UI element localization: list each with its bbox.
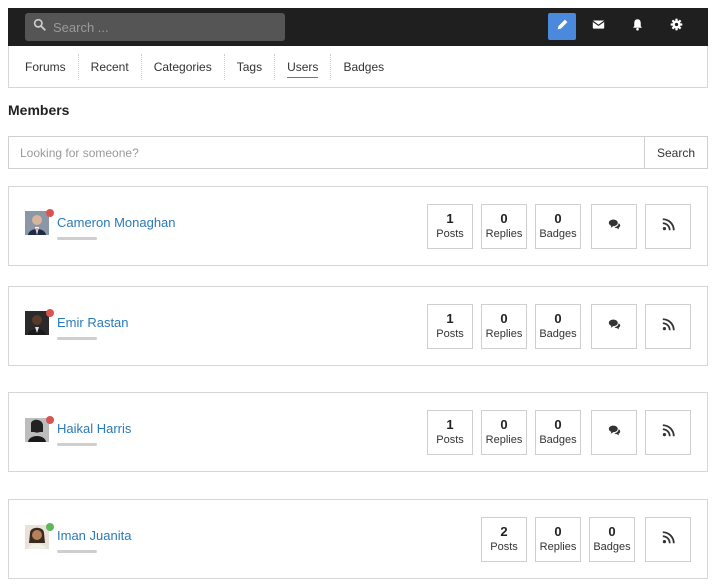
badges-count: 0 bbox=[554, 211, 562, 226]
badges-count: 0 bbox=[554, 417, 562, 432]
tab-categories[interactable]: Categories bbox=[142, 53, 225, 80]
status-dot bbox=[46, 416, 54, 424]
member-card: Cameron Monaghan 1 Posts 0 Replies 0 Bad… bbox=[8, 186, 708, 266]
rss-icon bbox=[662, 530, 675, 549]
pencil-icon bbox=[556, 18, 569, 36]
posts-count: 1 bbox=[446, 211, 454, 226]
badges-count: 0 bbox=[608, 524, 616, 539]
replies-stat[interactable]: 0 Replies bbox=[481, 410, 527, 455]
replies-count: 0 bbox=[554, 524, 562, 539]
envelope-icon bbox=[591, 18, 605, 36]
posts-label: Posts bbox=[436, 434, 464, 446]
member-search-input[interactable] bbox=[9, 137, 644, 168]
replies-label: Replies bbox=[485, 328, 523, 340]
settings-button[interactable] bbox=[662, 13, 690, 40]
reputation-bar bbox=[57, 443, 97, 446]
top-bar bbox=[8, 8, 708, 46]
message-user-button[interactable] bbox=[591, 204, 637, 249]
badges-label: Badges bbox=[539, 228, 577, 240]
tab-label: Badges bbox=[343, 59, 385, 74]
replies-label: Replies bbox=[539, 541, 577, 553]
member-card: Haikal Harris 1 Posts 0 Replies 0 Badges bbox=[8, 392, 708, 472]
status-dot bbox=[46, 209, 54, 217]
badges-stat[interactable]: 0 Badges bbox=[535, 304, 581, 349]
tab-badges[interactable]: Badges bbox=[331, 54, 396, 80]
message-user-button[interactable] bbox=[591, 304, 637, 349]
badges-stat[interactable]: 0 Badges bbox=[535, 410, 581, 455]
notifications-button[interactable] bbox=[623, 13, 651, 40]
global-search-box[interactable] bbox=[25, 13, 285, 41]
reputation-bar bbox=[57, 550, 97, 553]
posts-stat[interactable]: 1 Posts bbox=[427, 204, 473, 249]
replies-stat[interactable]: 0 Replies bbox=[481, 204, 527, 249]
posts-count: 1 bbox=[446, 311, 454, 326]
member-search-bar: Search bbox=[8, 136, 708, 169]
rss-feed-button[interactable] bbox=[645, 517, 691, 562]
posts-stat[interactable]: 1 Posts bbox=[427, 410, 473, 455]
badges-stat[interactable]: 0 Badges bbox=[535, 204, 581, 249]
tab-label: Tags bbox=[236, 59, 263, 74]
badges-count: 0 bbox=[554, 311, 562, 326]
posts-count: 2 bbox=[500, 524, 508, 539]
tab-label: Users bbox=[287, 59, 319, 78]
chat-icon bbox=[608, 318, 621, 336]
rss-feed-button[interactable] bbox=[645, 204, 691, 249]
member-name-link[interactable]: Emir Rastan bbox=[57, 315, 129, 330]
tab-recent[interactable]: Recent bbox=[79, 53, 142, 80]
posts-label: Posts bbox=[490, 541, 518, 553]
rss-feed-button[interactable] bbox=[645, 304, 691, 349]
gear-icon bbox=[670, 18, 683, 36]
message-user-button[interactable] bbox=[591, 410, 637, 455]
posts-stat[interactable]: 2 Posts bbox=[481, 517, 527, 562]
tab-label: Categories bbox=[153, 59, 212, 74]
replies-count: 0 bbox=[500, 211, 508, 226]
badges-label: Badges bbox=[593, 541, 631, 553]
replies-stat[interactable]: 0 Replies bbox=[535, 517, 581, 562]
badges-stat[interactable]: 0 Badges bbox=[589, 517, 635, 562]
member-search-button[interactable]: Search bbox=[644, 137, 707, 168]
status-dot bbox=[46, 523, 54, 531]
status-dot bbox=[46, 309, 54, 317]
badges-label: Badges bbox=[539, 434, 577, 446]
tab-forums[interactable]: Forums bbox=[13, 53, 79, 80]
member-card: Emir Rastan 1 Posts 0 Replies 0 Badges bbox=[8, 286, 708, 366]
replies-stat[interactable]: 0 Replies bbox=[481, 304, 527, 349]
tab-label: Recent bbox=[90, 59, 129, 74]
search-icon bbox=[33, 18, 46, 36]
rss-icon bbox=[662, 217, 675, 236]
forum-nav: Forums Recent Categories Tags Users Badg… bbox=[8, 46, 708, 88]
member-name-link[interactable]: Haikal Harris bbox=[57, 421, 131, 436]
member-card: Iman Juanita 2 Posts 0 Replies 0 Badges bbox=[8, 499, 708, 579]
replies-label: Replies bbox=[485, 228, 523, 240]
rss-icon bbox=[662, 423, 675, 442]
member-name-link[interactable]: Iman Juanita bbox=[57, 528, 131, 543]
reputation-bar bbox=[57, 237, 97, 240]
bell-icon bbox=[631, 18, 644, 36]
tab-tags[interactable]: Tags bbox=[225, 53, 276, 80]
tab-users[interactable]: Users bbox=[275, 53, 332, 80]
posts-count: 1 bbox=[446, 417, 454, 432]
posts-stat[interactable]: 1 Posts bbox=[427, 304, 473, 349]
rss-feed-button[interactable] bbox=[645, 410, 691, 455]
tab-label: Forums bbox=[25, 59, 66, 74]
rss-icon bbox=[662, 317, 675, 336]
messages-button[interactable] bbox=[584, 13, 612, 40]
posts-label: Posts bbox=[436, 328, 464, 340]
replies-label: Replies bbox=[485, 434, 523, 446]
reputation-bar bbox=[57, 337, 97, 340]
chat-icon bbox=[608, 424, 621, 442]
new-post-button[interactable] bbox=[548, 13, 576, 40]
member-name-link[interactable]: Cameron Monaghan bbox=[57, 215, 176, 230]
replies-count: 0 bbox=[500, 417, 508, 432]
chat-icon bbox=[608, 218, 621, 236]
replies-count: 0 bbox=[500, 311, 508, 326]
global-search-input[interactable] bbox=[53, 19, 273, 35]
posts-label: Posts bbox=[436, 228, 464, 240]
badges-label: Badges bbox=[539, 328, 577, 340]
page-title: Members bbox=[8, 102, 70, 118]
